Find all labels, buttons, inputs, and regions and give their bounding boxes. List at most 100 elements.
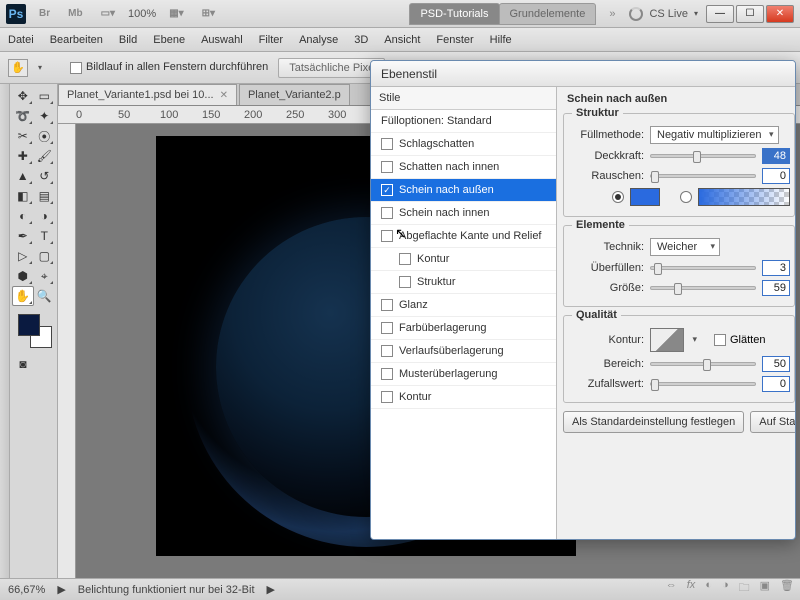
style-item-texture[interactable]: Struktur [371, 271, 556, 294]
status-arrow-icon[interactable]: ▶ [57, 583, 65, 596]
opacity-slider[interactable] [650, 154, 756, 158]
checkbox-icon[interactable] [381, 299, 393, 311]
checkbox-icon[interactable] [381, 138, 393, 150]
fx-icon[interactable]: fx [687, 579, 696, 598]
style-item-inner-shadow[interactable]: Schatten nach innen [371, 156, 556, 179]
bridge-button[interactable]: Br [34, 6, 55, 21]
marquee-tool[interactable]: ▭ [34, 86, 56, 106]
checkbox-icon[interactable]: ✓ [381, 184, 393, 196]
heal-tool[interactable]: ✚ [12, 146, 34, 166]
menu-select[interactable]: Auswahl [201, 34, 243, 46]
lasso-tool[interactable]: ➰ [12, 106, 34, 126]
quickmask-toggle[interactable]: ◙ [12, 354, 34, 374]
style-item-outer-glow[interactable]: ✓Schein nach außen [371, 179, 556, 202]
workspace-tab[interactable]: Grundelemente [499, 3, 597, 25]
color-radio[interactable] [612, 191, 624, 203]
wand-tool[interactable]: ✦ [34, 106, 56, 126]
jitter-slider[interactable] [650, 382, 756, 386]
range-slider[interactable] [650, 362, 756, 366]
link-icon[interactable]: ⇔ [666, 579, 677, 598]
checkbox-icon[interactable] [399, 253, 411, 265]
checkbox-icon[interactable] [70, 62, 82, 74]
menu-layer[interactable]: Ebene [153, 34, 185, 46]
document-tab[interactable]: Planet_Variante2.p [239, 84, 350, 105]
checkbox-icon[interactable] [381, 207, 393, 219]
history-brush-tool[interactable]: ↺ [34, 166, 56, 186]
status-zoom[interactable]: 66,67% [8, 584, 45, 596]
menu-3d[interactable]: 3D [354, 34, 368, 46]
styles-header[interactable]: Stile [371, 87, 556, 110]
technique-select[interactable]: Weicher [650, 238, 720, 256]
status-arrow-icon[interactable]: ▶ [267, 583, 275, 596]
crop-tool[interactable]: ✂ [12, 126, 34, 146]
arrange-icon[interactable]: ▦▾ [164, 6, 188, 21]
glow-gradient-swatch[interactable] [698, 188, 790, 206]
noise-slider[interactable] [650, 174, 756, 178]
menu-analysis[interactable]: Analyse [299, 34, 338, 46]
style-item-drop-shadow[interactable]: Schlagschatten [371, 133, 556, 156]
gradient-radio[interactable] [680, 191, 692, 203]
minibridge-button[interactable]: Mb [63, 6, 87, 21]
zoom-tool[interactable]: 🔍 [34, 286, 56, 306]
eraser-tool[interactable]: ◧ [12, 186, 34, 206]
hand-tool-icon[interactable]: ✋ [8, 59, 28, 77]
gradient-tool[interactable]: ▤ [34, 186, 56, 206]
extras-icon[interactable]: ⊞▾ [197, 6, 220, 21]
blend-options-item[interactable]: Fülloptionen: Standard [371, 110, 556, 133]
contour-picker[interactable] [650, 328, 684, 352]
pen-tool[interactable]: ✒ [12, 226, 34, 246]
left-dock-strip[interactable] [0, 84, 10, 578]
range-input[interactable]: 50 [762, 356, 790, 372]
jitter-input[interactable]: 0 [762, 376, 790, 392]
size-slider[interactable] [650, 286, 756, 290]
move-tool[interactable]: ✥ [12, 86, 34, 106]
menu-image[interactable]: Bild [119, 34, 137, 46]
new-layer-icon[interactable]: ▣ [760, 579, 770, 598]
close-icon[interactable]: ✕ [220, 90, 228, 101]
checkbox-icon[interactable] [381, 345, 393, 357]
3d-tool[interactable]: ⬢ [12, 266, 34, 286]
style-item-stroke[interactable]: Kontur [371, 386, 556, 409]
glow-color-swatch[interactable] [630, 188, 661, 206]
type-tool[interactable]: T [34, 226, 56, 246]
checkbox-icon[interactable] [381, 322, 393, 334]
style-item-satin[interactable]: Glanz [371, 294, 556, 317]
checkbox-icon[interactable] [399, 276, 411, 288]
checkbox-icon[interactable] [381, 391, 393, 403]
checkbox-icon[interactable] [714, 334, 726, 346]
style-item-bevel[interactable]: Abgeflachte Kante und Relief [371, 225, 556, 248]
hand-tool[interactable]: ✋ [12, 286, 34, 306]
cs-live[interactable]: CS Live ▾ [629, 7, 698, 21]
make-default-button[interactable]: Als Standardeinstellung festlegen [563, 411, 744, 433]
dodge-tool[interactable]: ◑ [34, 206, 56, 226]
size-input[interactable]: 59 [762, 280, 790, 296]
spread-input[interactable]: 3 [762, 260, 790, 276]
checkbox-icon[interactable] [381, 161, 393, 173]
menu-window[interactable]: Fenster [436, 34, 473, 46]
style-item-inner-glow[interactable]: Schein nach innen [371, 202, 556, 225]
checkbox-icon[interactable] [381, 230, 393, 242]
noise-input[interactable]: 0 [762, 168, 790, 184]
window-minimize[interactable]: — [706, 5, 734, 23]
opacity-input[interactable]: 48 [762, 148, 790, 164]
style-item-contour[interactable]: Kontur [371, 248, 556, 271]
3d-camera-tool[interactable]: ⌖ [34, 266, 56, 286]
foreground-color[interactable] [18, 314, 40, 336]
tool-preset-dropdown[interactable]: ▾ [38, 63, 42, 72]
screenmode-icon[interactable]: ▭▾ [96, 6, 120, 21]
color-swatches[interactable] [14, 310, 54, 350]
shape-tool[interactable]: ▢ [34, 246, 56, 266]
menu-help[interactable]: Hilfe [490, 34, 512, 46]
blend-mode-select[interactable]: Negativ multiplizieren [650, 126, 779, 144]
eyedropper-tool[interactable]: ⦿ [34, 126, 56, 146]
checkbox-icon[interactable] [381, 368, 393, 380]
style-item-gradient-overlay[interactable]: Verlaufsüberlagerung [371, 340, 556, 363]
trash-icon[interactable]: 🗑 [780, 579, 794, 598]
path-select-tool[interactable]: ▷ [12, 246, 34, 266]
brush-tool[interactable]: 🖌 [34, 146, 56, 166]
folder-icon[interactable]: 🗀 [739, 579, 750, 598]
dialog-title[interactable]: Ebenenstil [371, 61, 795, 87]
stamp-tool[interactable]: ▲ [12, 166, 34, 186]
antialias-option[interactable]: Glätten [714, 334, 765, 346]
workspace-tab[interactable]: PSD-Tutorials [409, 3, 499, 25]
